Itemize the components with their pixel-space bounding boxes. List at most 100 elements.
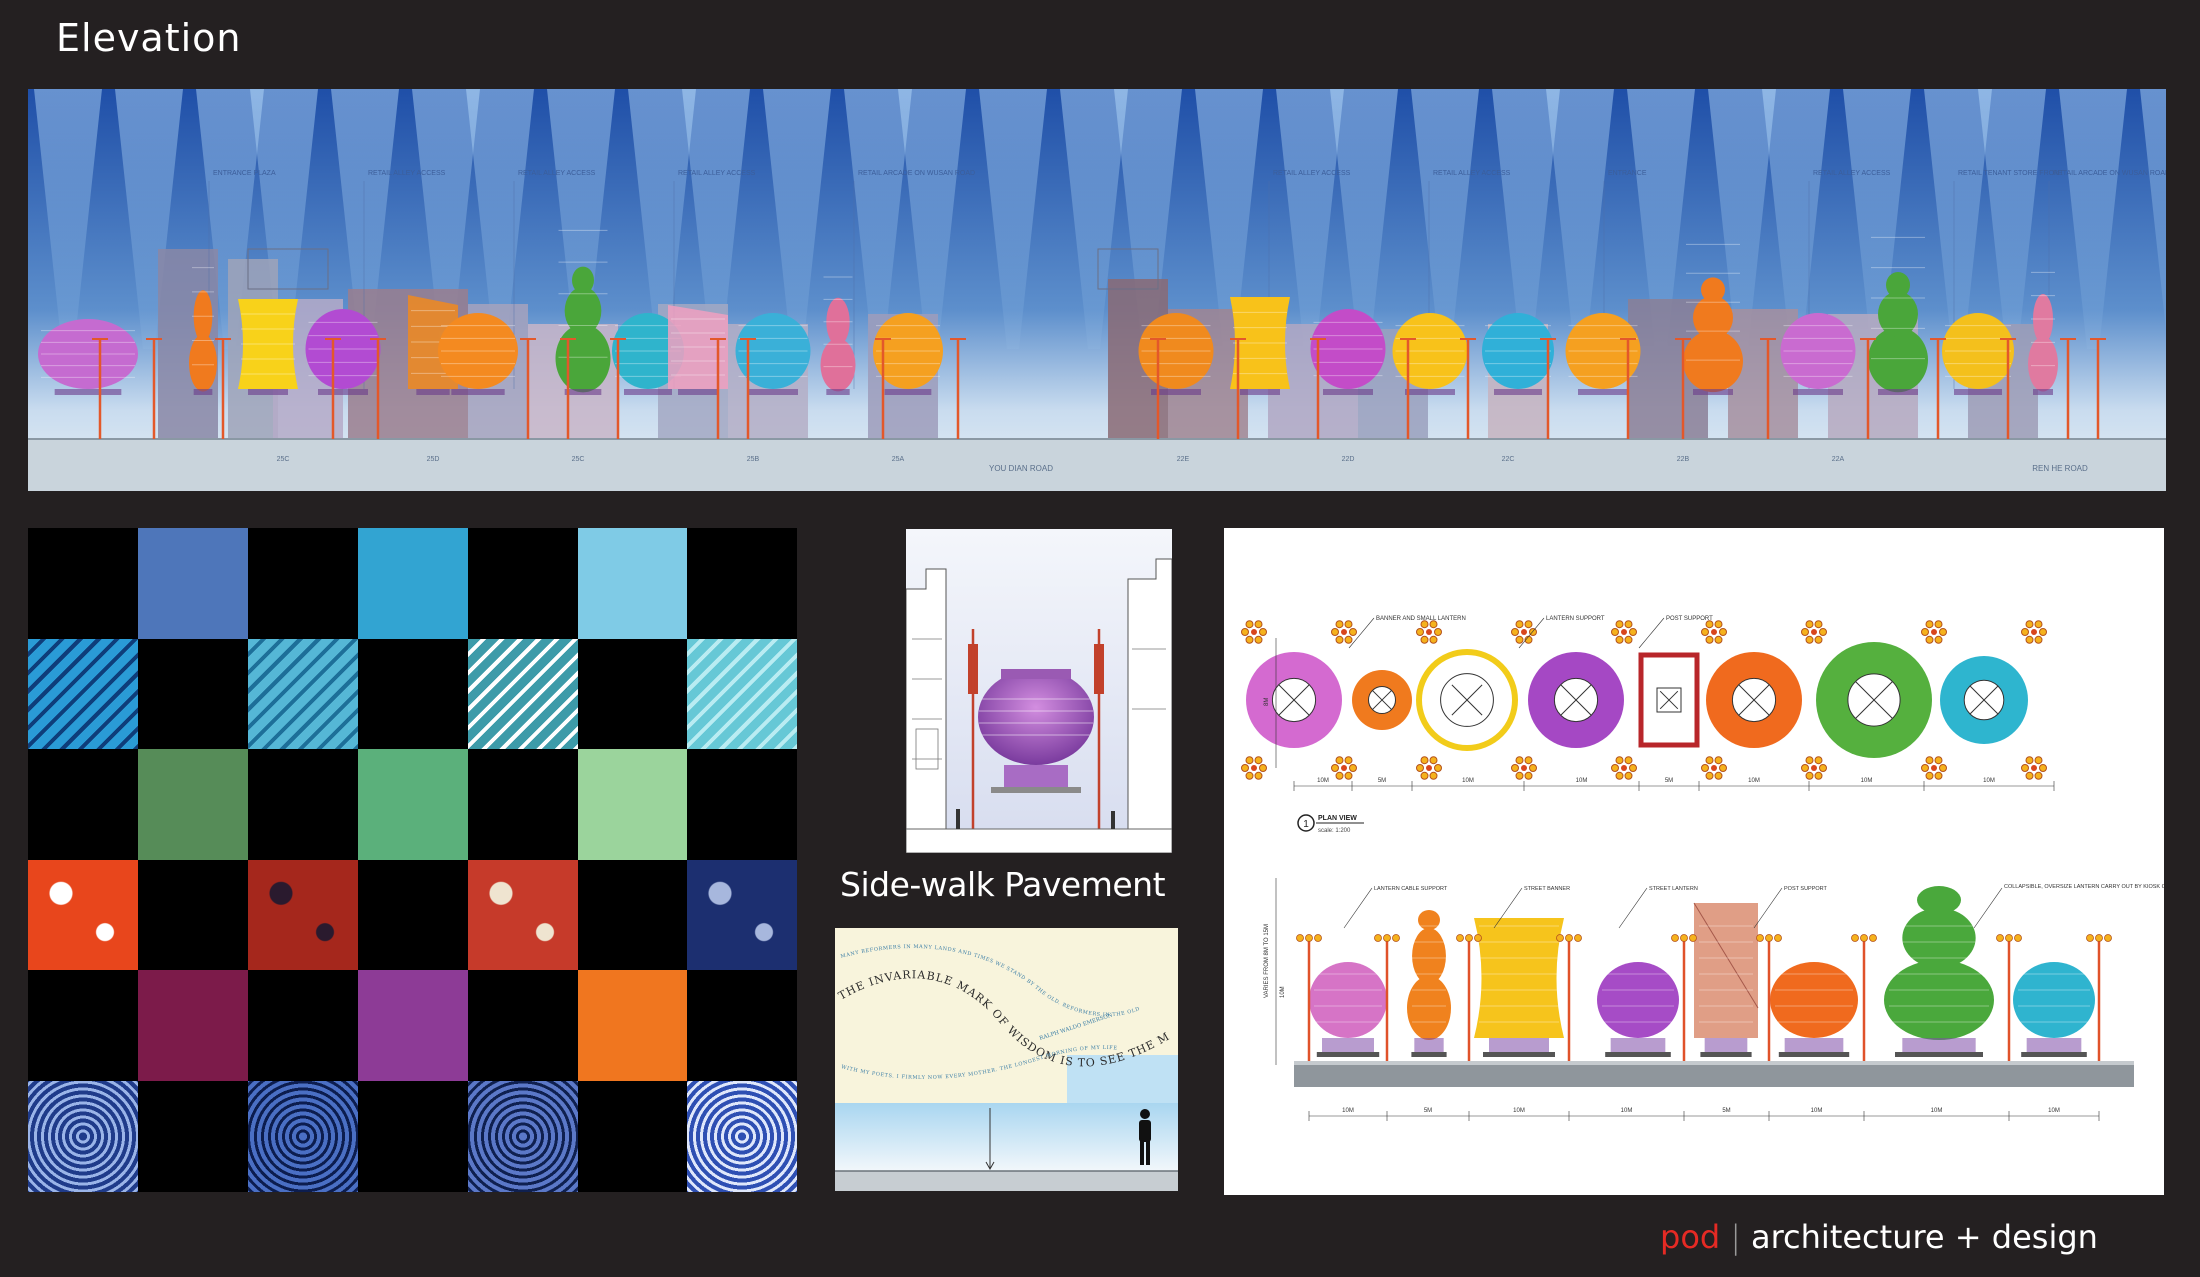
swatch-color (578, 970, 688, 1081)
swatch-color (358, 1081, 468, 1192)
brand-separator: | (1730, 1218, 1741, 1256)
plan-dimension-bottom: 10M (2048, 1108, 2060, 1114)
swatch-color (248, 749, 358, 860)
plan-dimension-bottom: 10M (1931, 1108, 1943, 1114)
swatch-color (687, 528, 797, 639)
footer-brand: pod | architecture + design (1660, 1218, 2098, 1256)
swatch-texture (248, 1081, 358, 1192)
swatch-color (468, 749, 578, 860)
elevation-bottom-label: 22E (1177, 456, 1190, 463)
plan-callout-top: LANTERN SUPPORT (1546, 616, 1605, 622)
elevation-lantern-detail (1693, 902, 1759, 1057)
swatch-color (358, 528, 468, 639)
elevation-top-label: ENTRANCE (1608, 170, 1647, 177)
elevation-top-label: RETAIL ARCADE ON WUSAN ROAD (2053, 170, 2166, 177)
swatch-color (687, 749, 797, 860)
elevation-bottom-label: REN HE ROAD (2032, 464, 2088, 473)
swatch-color (28, 749, 138, 860)
plan-post-support (1801, 756, 1827, 780)
elevation-top-label: RETAIL ALLEY ACCESS (678, 170, 756, 177)
elevation-bottom-label: 25B (747, 456, 760, 463)
plan-lantern (1816, 642, 1932, 758)
plan-post-support (2021, 756, 2047, 780)
elevation-bottom-label: 22D (1342, 456, 1355, 463)
plan-post-support (1701, 620, 1727, 644)
elevation-top-label: RETAIL ALLEY ACCESS (518, 170, 596, 177)
elevation-drawing: ENTRANCE PLAZA RETAIL ALLEY ACCESS RETAIL … (28, 89, 2166, 491)
plan-view-title: PLAN VIEW (1318, 815, 1357, 822)
swatch-texture (248, 860, 358, 971)
elevation-bottom-label: 25C (572, 456, 585, 463)
swatch-color (578, 860, 688, 971)
swatch-color (468, 970, 578, 1081)
swatch-color (358, 749, 468, 860)
swatch-color (138, 639, 248, 750)
elevation-top-label: RETAIL TENANT STORE FRONT (1958, 170, 2064, 177)
plan-callout-bottom: STREET LANTERN (1649, 886, 1698, 892)
plan-post-support (1611, 756, 1637, 780)
swatch-color (358, 860, 468, 971)
plan-dimension-top: 10M (1983, 778, 1995, 784)
elevation-bottom-label: YOU DIAN ROAD (989, 464, 1053, 473)
swatch-color (687, 970, 797, 1081)
swatch-texture (28, 860, 138, 971)
brand-logo-text: pod (1660, 1218, 1721, 1256)
elevation-lantern-detail (1770, 925, 1858, 1057)
plan-post-support (1701, 756, 1727, 780)
plan-lantern (1706, 652, 1802, 748)
swatch-color (578, 1081, 688, 1192)
elevation-bottom-label: 22C (1502, 456, 1515, 463)
swatch-texture (687, 1081, 797, 1192)
plan-post-support (1511, 620, 1537, 644)
material-swatch-grid (28, 528, 797, 1192)
plan-post-support (1331, 620, 1357, 644)
swatch-color (28, 528, 138, 639)
plan-post-support (2021, 620, 2047, 644)
elevation-top-label: RETAIL ALLEY ACCESS (1273, 170, 1351, 177)
plan-dimension-top: 5M (1665, 778, 1673, 784)
plan-height-label-mid: 10M (1280, 986, 1286, 998)
swatch-color (138, 860, 248, 971)
plan-post-support (1416, 756, 1442, 780)
plan-dimension-bottom: 10M (1342, 1108, 1354, 1114)
elevation-lantern (238, 299, 298, 395)
plan-callout-top: POST SUPPORT (1666, 616, 1713, 622)
plan-post-support (1416, 620, 1442, 644)
plan-dimension-bottom: 10M (1621, 1108, 1633, 1114)
plan-lantern (1416, 649, 1518, 751)
swatch-texture (248, 639, 358, 750)
swatch-texture (468, 860, 578, 971)
plan-lantern (1246, 652, 1342, 748)
swatch-color (138, 970, 248, 1081)
swatch-texture (468, 1081, 578, 1192)
elevation-lantern-detail (1474, 918, 1564, 1057)
plan-dimension-top: 5M (1378, 778, 1386, 784)
swatch-color (138, 528, 248, 639)
brand-tagline: architecture + design (1750, 1218, 2098, 1256)
elevation-top-label: RETAIL ARCADE ON WUSAN ROAD (858, 170, 975, 177)
swatch-texture (28, 1081, 138, 1192)
swatch-color (578, 749, 688, 860)
elevation-lantern-detail (1884, 886, 1994, 1057)
plan-lantern (1528, 652, 1624, 748)
swatch-texture (28, 639, 138, 750)
plan-post-support (1511, 756, 1537, 780)
plan-lantern (1940, 656, 2028, 744)
swatch-color (248, 970, 358, 1081)
elevation-bottom-label: 25A (892, 456, 905, 463)
plan-lantern (1638, 652, 1700, 748)
page-title: Elevation (56, 16, 242, 60)
plan-post-support (1921, 756, 1947, 780)
ground-strip (28, 439, 2166, 491)
lantern-plan-and-elevation-drawing: BANNER AND SMALL LANTERN LANTERN SUPPORT P… (1224, 528, 2164, 1195)
plan-dimension-top: 10M (1861, 778, 1873, 784)
plan-callout-bottom: COLLAPSIBLE, OVERSIZE LANTERN CARRY OUT … (2004, 884, 2164, 890)
elevation-bottom-label: 25C (277, 456, 290, 463)
plan-view-scale: scale: 1:200 (1318, 828, 1351, 834)
plan-height-label-bottom: VARIES FROM 8M TO 15M (1264, 924, 1270, 998)
swatch-color (358, 970, 468, 1081)
plan-dimension-top: 10M (1576, 778, 1588, 784)
swatch-color (138, 749, 248, 860)
swatch-color (578, 528, 688, 639)
plan-callout-top: BANNER AND SMALL LANTERN (1376, 616, 1466, 622)
